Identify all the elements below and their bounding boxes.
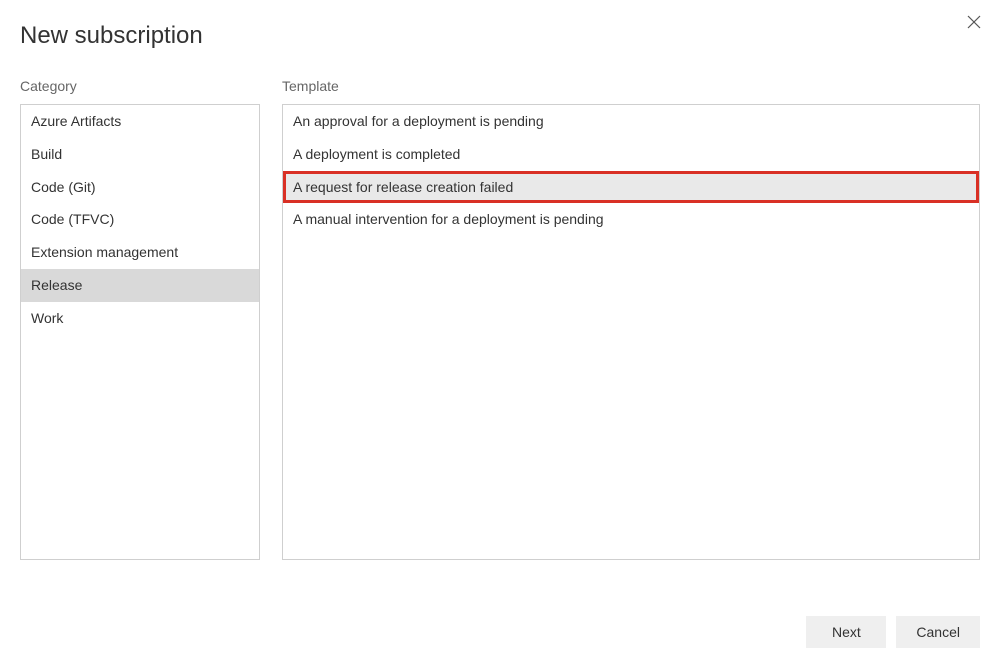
category-item[interactable]: Code (Git) <box>21 171 259 204</box>
category-column: Category Azure ArtifactsBuildCode (Git)C… <box>20 78 260 560</box>
template-item[interactable]: A deployment is completed <box>283 138 979 171</box>
category-item[interactable]: Build <box>21 138 259 171</box>
cancel-button[interactable]: Cancel <box>896 616 980 648</box>
template-list: An approval for a deployment is pendingA… <box>282 104 980 560</box>
dialog-footer: Next Cancel <box>806 616 980 648</box>
category-item[interactable]: Release <box>21 269 259 302</box>
template-item[interactable]: An approval for a deployment is pending <box>283 105 979 138</box>
template-item[interactable]: A request for release creation failed <box>283 171 979 204</box>
category-item[interactable]: Azure Artifacts <box>21 105 259 138</box>
category-item[interactable]: Work <box>21 302 259 335</box>
template-item[interactable]: A manual intervention for a deployment i… <box>283 203 979 236</box>
template-column: Template An approval for a deployment is… <box>282 78 980 560</box>
close-icon <box>967 15 981 29</box>
category-list: Azure ArtifactsBuildCode (Git)Code (TFVC… <box>20 104 260 560</box>
category-item[interactable]: Extension management <box>21 236 259 269</box>
columns-container: Category Azure ArtifactsBuildCode (Git)C… <box>0 50 1000 560</box>
close-button[interactable] <box>962 10 986 34</box>
next-button[interactable]: Next <box>806 616 886 648</box>
template-column-label: Template <box>282 78 980 94</box>
dialog-title: New subscription <box>0 0 1000 50</box>
category-column-label: Category <box>20 78 260 94</box>
category-item[interactable]: Code (TFVC) <box>21 203 259 236</box>
